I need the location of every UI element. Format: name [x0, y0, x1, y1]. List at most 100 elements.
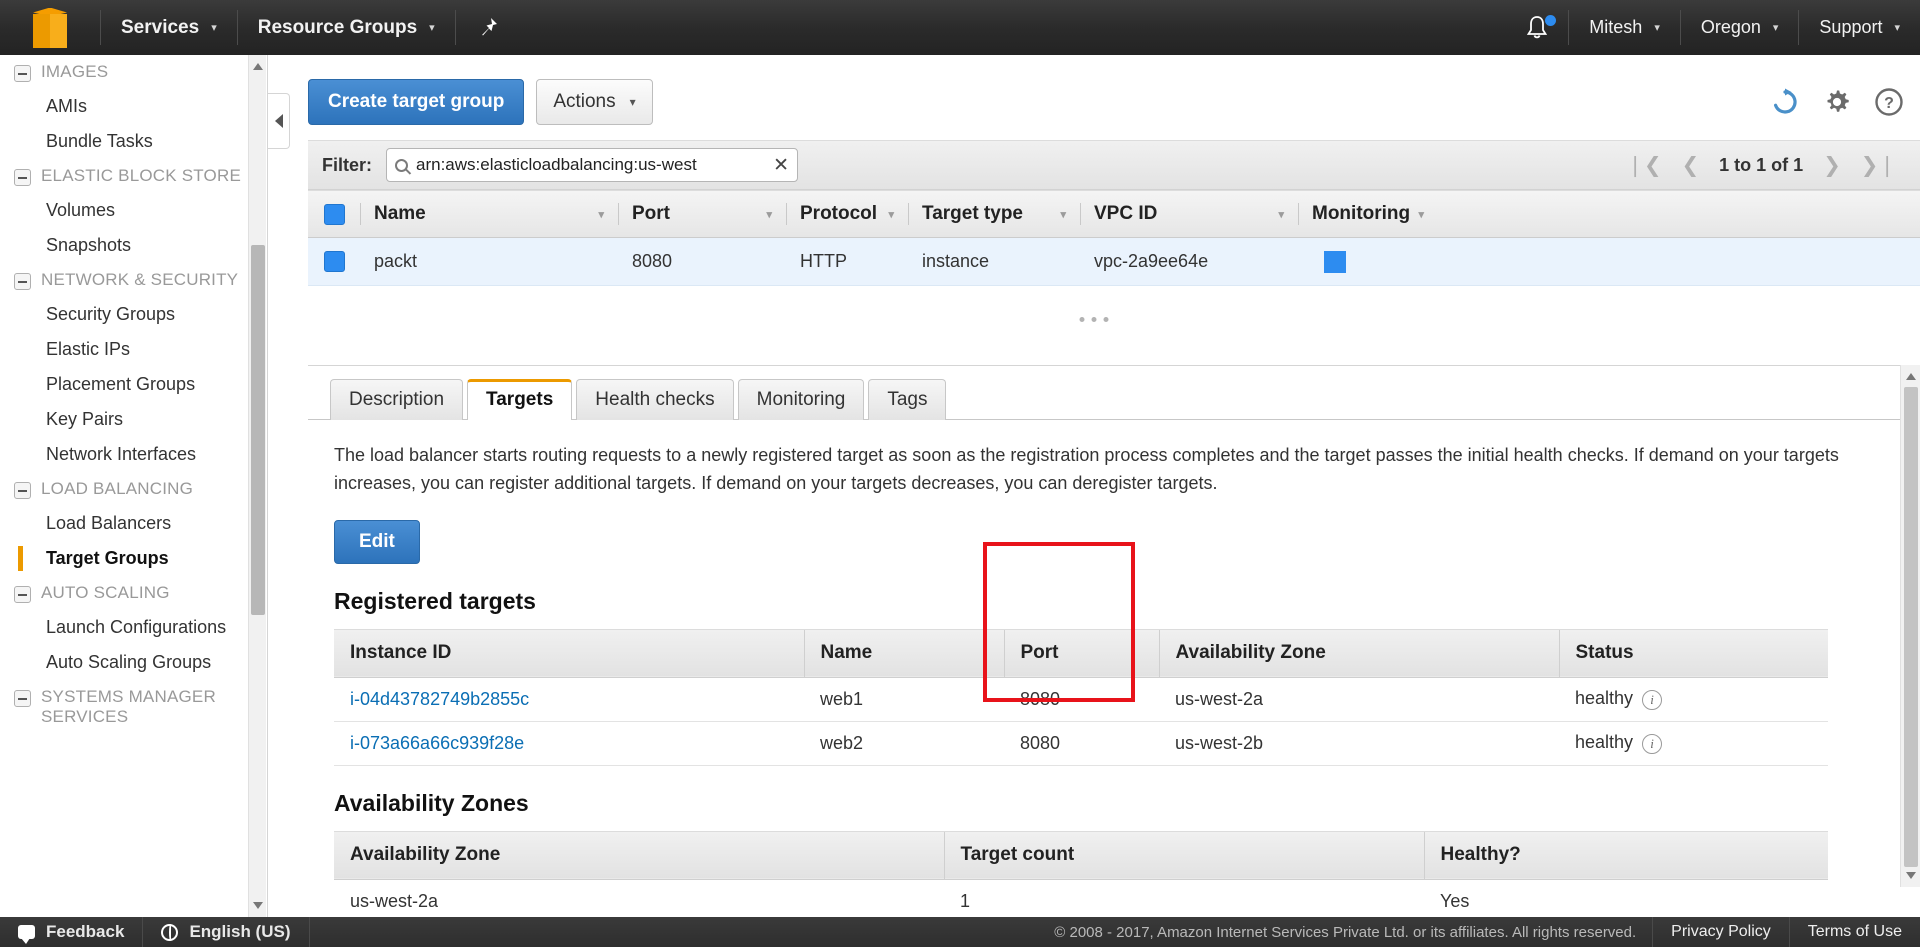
account-menu[interactable]: Mitesh ▾ [1569, 0, 1680, 55]
panel-resize-handle[interactable] [1079, 317, 1109, 322]
sidebar-item-placement-groups[interactable]: Placement Groups [0, 367, 267, 402]
scroll-up-arrow-icon[interactable] [253, 63, 263, 70]
sidebar-group-network-security[interactable]: NETWORK & SECURITY [0, 263, 267, 297]
edit-button[interactable]: Edit [334, 519, 420, 564]
notifications-button[interactable] [1506, 0, 1568, 55]
next-page-button[interactable]: ❯ [1823, 153, 1841, 178]
filter-search-input[interactable]: arn:aws:elasticloadbalancing:us-west [416, 155, 765, 175]
scrollbar-thumb[interactable] [1904, 387, 1918, 867]
sidebar-group-images[interactable]: IMAGES [0, 55, 267, 89]
language-label: English (US) [189, 922, 291, 941]
instance-id-link[interactable]: i-04d43782749b2855c [350, 689, 529, 709]
sort-caret-icon[interactable]: ▾ [766, 208, 772, 221]
monitoring-indicator[interactable] [1324, 250, 1346, 273]
info-icon[interactable]: i [1642, 690, 1663, 711]
column-header-protocol[interactable]: Protocol ▾ [786, 191, 908, 237]
sidebar-item-network-interfaces[interactable]: Network Interfaces [0, 437, 267, 472]
column-header-vpc-id[interactable]: VPC ID ▾ [1080, 191, 1298, 237]
refresh-button[interactable] [1770, 87, 1800, 117]
account-label: Mitesh [1589, 17, 1643, 37]
sort-caret-icon[interactable]: ▾ [1278, 208, 1284, 221]
sidebar-group-systems-manager-services[interactable]: SYSTEMS MANAGER SERVICES [0, 680, 267, 734]
sidebar-item-volumes[interactable]: Volumes [0, 193, 267, 228]
prev-page-button[interactable]: ❮ [1682, 153, 1700, 178]
detail-tabs: Description Targets Health checks Monitorin… [308, 366, 1920, 420]
collapse-minus-icon[interactable] [14, 273, 31, 290]
scroll-up-arrow-icon[interactable] [1906, 373, 1916, 380]
scroll-down-arrow-icon[interactable] [253, 902, 263, 909]
feedback-button[interactable]: Feedback [0, 917, 144, 947]
cell-target-name: web2 [804, 721, 1004, 766]
cell-port: 8080 [632, 251, 673, 271]
sidebar-item-bundle-tasks[interactable]: Bundle Tasks [0, 124, 267, 159]
chevron-down-icon: ▾ [1654, 22, 1660, 34]
sort-caret-icon[interactable]: ▾ [1060, 208, 1066, 221]
column-header-label: Target type [922, 203, 1024, 224]
help-button[interactable]: ? [1874, 87, 1904, 117]
last-page-button[interactable]: ❯❘ [1861, 153, 1896, 178]
table-header-row: Availability Zone Target count Healthy? [334, 830, 1828, 880]
actions-button[interactable]: Actions ▾ [536, 79, 653, 125]
table-row[interactable]: packt 8080 HTTP instance vpc-2a9ee64e [308, 238, 1920, 286]
scroll-down-arrow-icon[interactable] [1906, 872, 1916, 879]
column-header-label: Port [632, 203, 670, 224]
sort-caret-icon[interactable]: ▾ [888, 208, 894, 221]
tab-description[interactable]: Description [330, 379, 464, 420]
tab-tags[interactable]: Tags [868, 379, 947, 420]
sidebar-item-security-groups[interactable]: Security Groups [0, 297, 267, 332]
column-header-name[interactable]: Name ▾ [360, 191, 618, 237]
detail-scrollbar[interactable] [1900, 365, 1920, 887]
sidebar-item-load-balancers[interactable]: Load Balancers [0, 506, 267, 541]
sidebar-item-snapshots[interactable]: Snapshots [0, 228, 267, 263]
gear-icon [1827, 90, 1849, 112]
sidebar-item-target-groups[interactable]: Target Groups [0, 541, 267, 576]
sidebar-item-launch-configurations[interactable]: Launch Configurations [0, 610, 267, 645]
scrollbar-thumb[interactable] [251, 245, 265, 615]
services-menu[interactable]: Services ▾ [101, 0, 237, 55]
language-button[interactable]: English (US) [143, 917, 310, 947]
column-header-healthy-: Healthy? [1423, 830, 1828, 880]
sort-caret-icon[interactable]: ▾ [598, 208, 604, 221]
sidebar-collapse-button[interactable] [268, 93, 290, 149]
sidebar-group-load-balancing[interactable]: LOAD BALANCING [0, 472, 267, 506]
sidebar-item-key-pairs[interactable]: Key Pairs [0, 402, 267, 437]
create-target-group-button[interactable]: Create target group [308, 79, 525, 125]
tab-health-checks[interactable]: Health checks [576, 379, 734, 420]
sidebar-item-auto-scaling-groups[interactable]: Auto Scaling Groups [0, 645, 267, 680]
pagination-controls: ❘❮ ❮ 1 to 1 of 1 ❯ ❯❘ [1626, 153, 1906, 178]
resource-groups-menu[interactable]: Resource Groups ▾ [238, 0, 455, 55]
cell-instance-id: i-04d43782749b2855c [334, 677, 804, 722]
tab-monitoring[interactable]: Monitoring [737, 379, 865, 420]
collapse-minus-icon[interactable] [14, 65, 31, 82]
collapse-minus-icon[interactable] [14, 586, 31, 603]
instance-id-link[interactable]: i-073a66a66c939f28e [350, 733, 524, 753]
sort-caret-icon[interactable]: ▾ [1418, 208, 1424, 221]
sidebar-group-elastic-block-store[interactable]: ELASTIC BLOCK STORE [0, 159, 267, 193]
region-menu[interactable]: Oregon ▾ [1681, 0, 1799, 55]
filter-search-box[interactable]: arn:aws:elasticloadbalancing:us-west ✕ [386, 148, 799, 182]
column-header-target-type[interactable]: Target type ▾ [908, 191, 1080, 237]
privacy-policy-link[interactable]: Privacy Policy [1652, 917, 1789, 947]
select-all-checkbox[interactable] [323, 203, 345, 225]
sidebar-item-amis[interactable]: AMIs [0, 89, 267, 124]
info-icon[interactable]: i [1642, 734, 1663, 755]
sidebar-item-elastic-ips[interactable]: Elastic IPs [0, 332, 267, 367]
sidebar-group-auto-scaling[interactable]: AUTO SCALING [0, 576, 267, 610]
sidebar-group-label: AUTO SCALING [41, 583, 170, 602]
tab-targets[interactable]: Targets [467, 379, 573, 420]
first-page-button[interactable]: ❘❮ [1626, 153, 1661, 178]
collapse-minus-icon[interactable] [14, 482, 31, 499]
column-header-port[interactable]: Port ▾ [618, 191, 786, 237]
clear-filter-icon[interactable]: ✕ [773, 154, 789, 177]
sidebar-scrollbar[interactable] [248, 55, 266, 917]
settings-button[interactable] [1822, 87, 1852, 117]
terms-of-use-link[interactable]: Terms of Use [1788, 917, 1920, 947]
pin-button[interactable] [456, 0, 520, 55]
row-checkbox[interactable] [323, 251, 345, 272]
collapse-minus-icon[interactable] [14, 690, 31, 707]
support-menu[interactable]: Support ▾ [1799, 0, 1920, 55]
column-header-monitoring[interactable]: Monitoring ▾ [1298, 191, 1438, 237]
column-header-availability-zone: Availability Zone [334, 830, 944, 880]
aws-logo[interactable] [0, 0, 100, 55]
collapse-minus-icon[interactable] [14, 169, 31, 186]
